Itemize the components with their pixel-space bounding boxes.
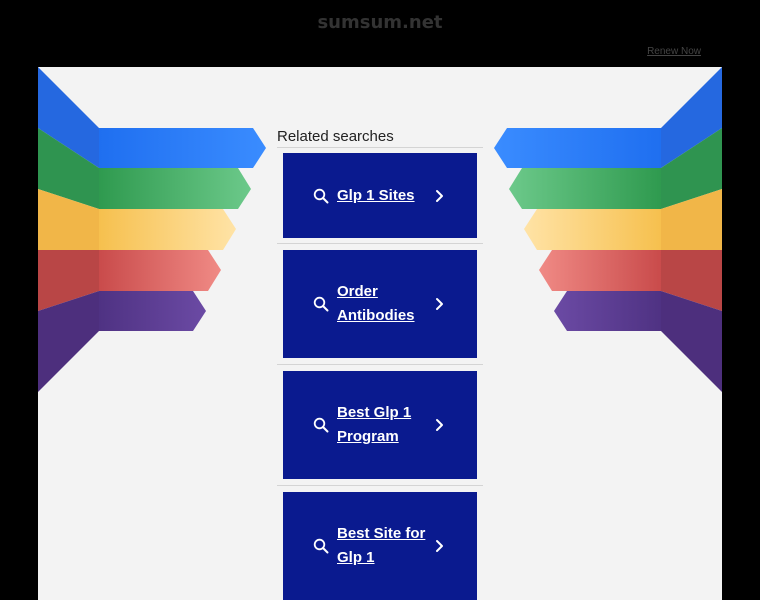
chevron-right-icon	[436, 419, 443, 431]
search-icon	[313, 188, 329, 203]
content-panel: Related searches Glp 1 Sites Order Antib…	[38, 67, 722, 600]
related-searches-heading: Related searches	[277, 128, 394, 145]
search-icon	[313, 538, 329, 554]
related-search-item[interactable]: Best Glp 1 Program	[283, 371, 477, 479]
related-search-label[interactable]: Best Glp 1 Program	[337, 401, 435, 449]
divider	[277, 243, 483, 244]
search-icon	[313, 296, 329, 312]
related-search-label[interactable]: Best Site for Glp 1	[337, 522, 435, 570]
related-search-item[interactable]: Glp 1 Sites	[283, 153, 477, 238]
divider	[277, 364, 483, 365]
renew-now-link[interactable]: Renew Now	[647, 46, 701, 57]
related-search-label[interactable]: Glp 1 Sites	[337, 184, 435, 208]
chevron-right-icon	[436, 540, 443, 552]
related-search-item[interactable]: Order Antibodies	[283, 250, 477, 358]
divider	[277, 485, 483, 486]
site-domain-title: sumsum.net	[317, 12, 443, 33]
search-icon	[313, 417, 329, 433]
chevron-right-icon	[436, 298, 443, 310]
related-search-list: Glp 1 Sites Order Antibodies Best Glp 1 …	[277, 147, 483, 600]
chevron-right-icon	[436, 189, 443, 202]
divider	[277, 147, 483, 148]
related-search-item[interactable]: Best Site for Glp 1	[283, 492, 477, 600]
related-search-label[interactable]: Order Antibodies	[337, 280, 435, 328]
